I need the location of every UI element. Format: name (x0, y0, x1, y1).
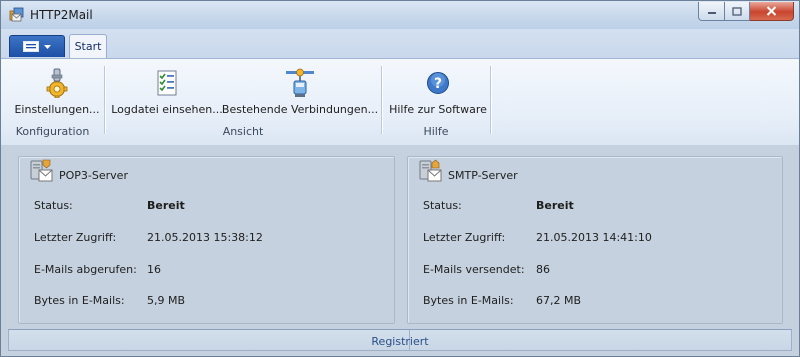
last-access-label: Letzter Zugriff: (34, 231, 117, 244)
maximize-button[interactable] (725, 2, 750, 21)
group-label-hilfe: Hilfe (423, 125, 449, 138)
ribbon-group-divider (490, 66, 491, 134)
main-content: POP3-Server Status: Bereit Letzter Zugri… (1, 145, 799, 329)
einstellungen-button[interactable]: Einstellungen... (14, 64, 100, 116)
group-label-konfiguration: Konfiguration (15, 125, 90, 138)
smtp-panel-title: SMTP-Server (448, 168, 518, 182)
status-bar: Registriert (1, 329, 799, 356)
maximize-icon (732, 6, 742, 16)
ribbon-group-ansicht: Logdatei einsehen... Bestehende Verbindu… (105, 64, 381, 140)
status-label: Status: (34, 199, 73, 212)
smtp-panel-header: SMTP-Server (418, 159, 518, 183)
pop3-server-icon (30, 159, 53, 182)
svg-text:?: ? (434, 76, 442, 92)
status-label: Status: (423, 199, 462, 212)
ribbon-group-hilfe: ? Hilfe zur Software Hilfe (382, 64, 490, 140)
close-button[interactable] (750, 2, 794, 21)
hilfe-label: Hilfe zur Software (389, 103, 487, 116)
emails-sent-value: 86 (536, 263, 550, 276)
emails-fetched-value: 16 (147, 263, 161, 276)
tab-start[interactable]: Start (69, 34, 107, 58)
bytes-value: 5,9 MB (147, 294, 186, 307)
settings-gear-icon (46, 68, 68, 98)
help-icon: ? (427, 72, 449, 94)
group-label-ansicht: Ansicht (222, 125, 264, 138)
app-window: HTTP2Mail Start Einstellungen... Konfigu… (0, 0, 800, 357)
minimize-button[interactable] (698, 2, 725, 21)
pop3-panel-header: POP3-Server (29, 159, 128, 183)
minimize-icon (707, 12, 716, 14)
ribbon: Einstellungen... Konfiguration Logdatei … (1, 58, 799, 146)
pop3-panel-title: POP3-Server (59, 168, 128, 182)
einstellungen-label: Einstellungen... (14, 103, 100, 116)
application-menu-icon (23, 41, 39, 52)
verbindungen-label: Bestehende Verbindungen... (221, 103, 379, 116)
pop3-server-panel: POP3-Server Status: Bereit Letzter Zugri… (18, 156, 395, 324)
status-bar-panel: Registriert (8, 329, 792, 351)
last-access-value: 21.05.2013 15:38:12 (147, 231, 263, 244)
network-connections-icon (286, 68, 314, 97)
logdatei-label: Logdatei einsehen... (111, 103, 223, 116)
registration-status: Registriert (371, 335, 429, 348)
hilfe-zur-software-button[interactable]: ? Hilfe zur Software (388, 64, 488, 116)
smtp-server-panel: SMTP-Server Status: Bereit Letzter Zugri… (407, 156, 783, 324)
application-menu-button[interactable] (9, 35, 65, 57)
last-access-value: 21.05.2013 14:41:10 (536, 231, 652, 244)
smtp-server-icon (419, 159, 442, 182)
logdatei-einsehen-button[interactable]: Logdatei einsehen... (111, 64, 223, 116)
close-icon (766, 6, 777, 16)
app-logo-icon (9, 7, 24, 22)
title-bar: HTTP2Mail (1, 1, 799, 29)
bytes-label: Bytes in E-Mails: (34, 294, 125, 307)
window-title: HTTP2Mail (30, 8, 93, 22)
window-controls (698, 2, 794, 21)
emails-fetched-label: E-Mails abgerufen: (34, 263, 137, 276)
bytes-label: Bytes in E-Mails: (423, 294, 514, 307)
bestehende-verbindungen-button[interactable]: Bestehende Verbindungen... (221, 64, 379, 116)
ribbon-tab-row: Start (1, 29, 799, 58)
status-value: Bereit (147, 199, 185, 212)
status-value: Bereit (536, 199, 574, 212)
ribbon-group-konfiguration: Einstellungen... Konfiguration (1, 64, 104, 140)
log-checklist-icon (157, 70, 177, 96)
last-access-label: Letzter Zugriff: (423, 231, 506, 244)
dropdown-arrow-icon (44, 44, 51, 49)
bytes-value: 67,2 MB (536, 294, 582, 307)
emails-sent-label: E-Mails versendet: (423, 263, 525, 276)
